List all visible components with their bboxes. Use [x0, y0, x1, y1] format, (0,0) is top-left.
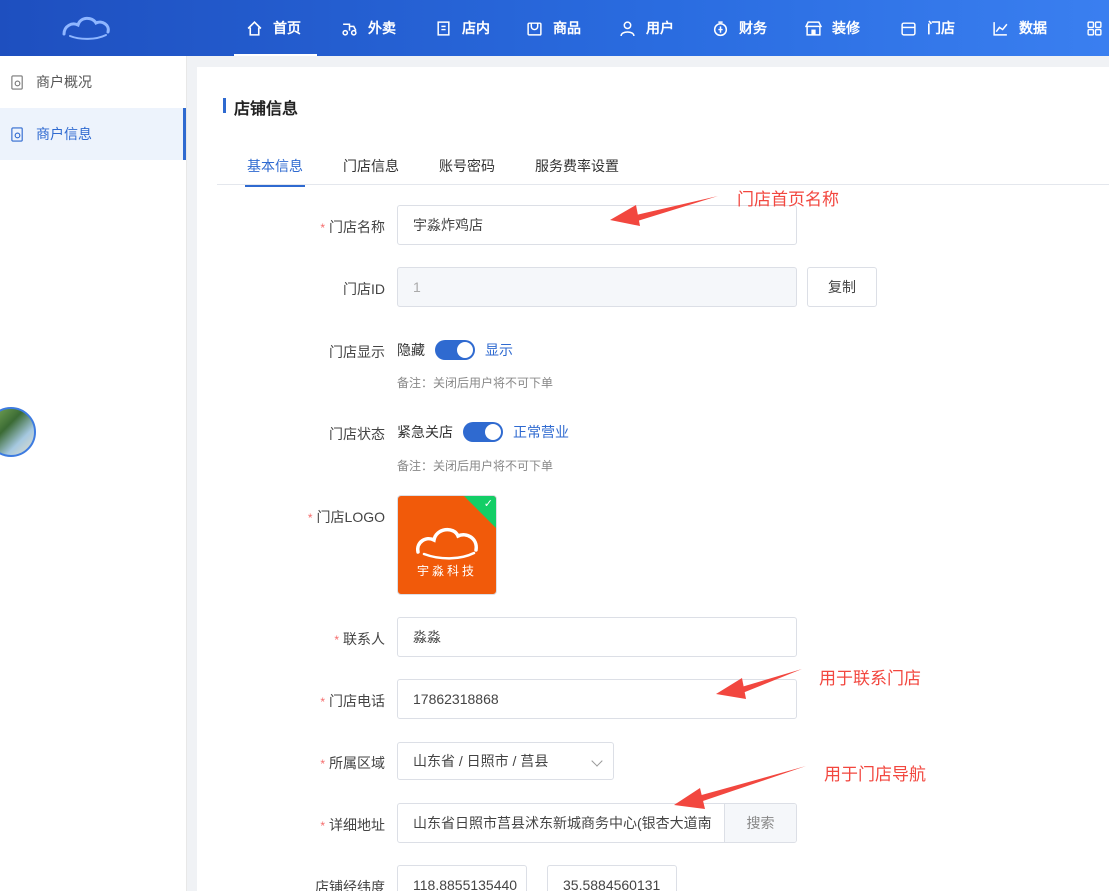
store-status-switch-row: 紧急关店 正常营业: [397, 422, 569, 442]
nav-decor-label: 装修: [832, 20, 860, 36]
region-label: * 所属区域: [320, 755, 385, 771]
page-title: 店铺信息: [223, 95, 298, 119]
tab-basic-info[interactable]: 基本信息: [245, 156, 305, 187]
store-id-label: 门店ID: [343, 281, 385, 297]
chart-icon: [993, 21, 1008, 36]
switch-on-label: 显示: [485, 342, 513, 358]
chevron-down-icon: [591, 755, 603, 767]
nav-user[interactable]: 用户: [619, 0, 674, 56]
tab-store-info[interactable]: 门店信息: [343, 156, 399, 176]
store-status-label: 门店状态: [329, 426, 385, 442]
tab-account-password[interactable]: 账号密码: [439, 156, 495, 176]
address-label: * 详细地址: [320, 817, 385, 833]
top-nav: 首页 外卖 店内 商品 用户 财务 装修 门店 数据: [0, 0, 1109, 56]
region-select[interactable]: 山东省 / 日照市 / 莒县: [397, 742, 614, 780]
decor-icon: [805, 20, 822, 36]
search-button[interactable]: 搜索: [724, 804, 796, 842]
cloud-logo-icon: [416, 527, 478, 560]
store-status-note: 备注：关闭后用户将不可下单: [397, 459, 554, 473]
nav-finance-label: 财务: [739, 20, 767, 36]
nav-store[interactable]: 门店: [900, 0, 955, 56]
finance-icon: [713, 20, 728, 36]
store-name-label: * 门店名称: [320, 219, 385, 235]
store-display-switch-row: 隐藏 显示: [397, 340, 513, 360]
nav-delivery-label: 外卖: [368, 20, 396, 36]
sidebar-item-label: 商户概况: [36, 74, 92, 90]
store-name-input[interactable]: 宇淼炸鸡店: [397, 205, 797, 245]
nav-delivery[interactable]: 外卖: [341, 0, 396, 56]
apps-grid-icon: [1087, 20, 1102, 36]
store-display-note: 备注：关闭后用户将不可下单: [397, 376, 554, 390]
sidebar-item-label: 商户信息: [36, 126, 92, 142]
store-status-switch[interactable]: [463, 422, 503, 442]
nav-user-label: 用户: [646, 20, 674, 36]
annotation-navigation: 用于门店导航: [824, 765, 926, 784]
instore-icon: [437, 20, 450, 36]
address-value: 山东省日照市莒县沭东新城商务中心(银杏大道南: [413, 815, 712, 831]
nav-finance[interactable]: 财务: [712, 0, 767, 56]
copy-button[interactable]: 复制: [807, 267, 877, 307]
nav-more[interactable]: [1086, 0, 1109, 56]
nav-home[interactable]: 首页: [234, 0, 317, 56]
tab-bar: 基本信息 门店信息 账号密码 服务费率设置: [217, 143, 1109, 187]
goods-icon: [527, 21, 542, 36]
nav-home-label: 首页: [273, 20, 301, 36]
nav-goods-label: 商品: [553, 20, 581, 36]
store-display-switch[interactable]: [435, 340, 475, 360]
nav-instore[interactable]: 店内: [435, 0, 490, 56]
address-input[interactable]: 山东省日照市莒县沭东新城商务中心(银杏大道南 搜索: [397, 803, 797, 843]
document-icon: [11, 126, 23, 142]
tab-service-fee[interactable]: 服务费率设置: [535, 156, 619, 176]
coords-label: 店铺经纬度: [315, 879, 385, 891]
sidebar-item-merchant-info[interactable]: 商户信息: [0, 108, 186, 160]
store-logo-label: * 门店LOGO: [307, 509, 385, 525]
nav-data-label: 数据: [1019, 20, 1047, 36]
check-icon: ✓: [483, 498, 493, 510]
latitude-input[interactable]: 35.5884560131: [547, 865, 677, 891]
annotation-store-name: 门店首页名称: [737, 190, 839, 209]
document-icon: [11, 74, 23, 90]
switch-off-label: 紧急关店: [397, 424, 453, 440]
user-icon: [620, 20, 635, 36]
home-icon: [247, 20, 262, 36]
sidebar-item-overview[interactable]: 商户概况: [0, 56, 186, 108]
switch-on-label: 正常营业: [513, 424, 569, 440]
region-value: 山东省 / 日照市 / 莒县: [413, 753, 549, 769]
store-logo-upload[interactable]: 宇淼科技 ✓: [397, 495, 497, 595]
cloud-logo-icon[interactable]: [60, 10, 114, 46]
logo-text: 宇淼科技: [416, 564, 477, 578]
delivery-icon: [342, 23, 357, 36]
store-display-label: 门店显示: [329, 344, 385, 360]
switch-off-label: 隐藏: [397, 342, 425, 358]
phone-label: * 门店电话: [320, 693, 385, 709]
nav-data[interactable]: 数据: [992, 0, 1047, 56]
sidebar: 商户概况 商户信息: [0, 56, 187, 891]
nav-decor[interactable]: 装修: [805, 0, 860, 56]
contact-label: * 联系人: [334, 631, 385, 647]
nav-goods[interactable]: 商品: [526, 0, 581, 56]
longitude-input[interactable]: 118.8855135440: [397, 865, 527, 891]
store-icon: [901, 21, 916, 36]
main-content: 店铺信息 基本信息 门店信息 账号密码 服务费率设置 * 门店名称 宇淼炸鸡店 门…: [197, 67, 1109, 891]
contact-input[interactable]: 淼淼: [397, 617, 797, 657]
nav-store-label: 门店: [927, 20, 955, 36]
nav-instore-label: 店内: [462, 20, 490, 36]
phone-input[interactable]: 17862318868: [397, 679, 797, 719]
store-id-input: 1: [397, 267, 797, 307]
annotation-contact: 用于联系门店: [819, 669, 921, 688]
